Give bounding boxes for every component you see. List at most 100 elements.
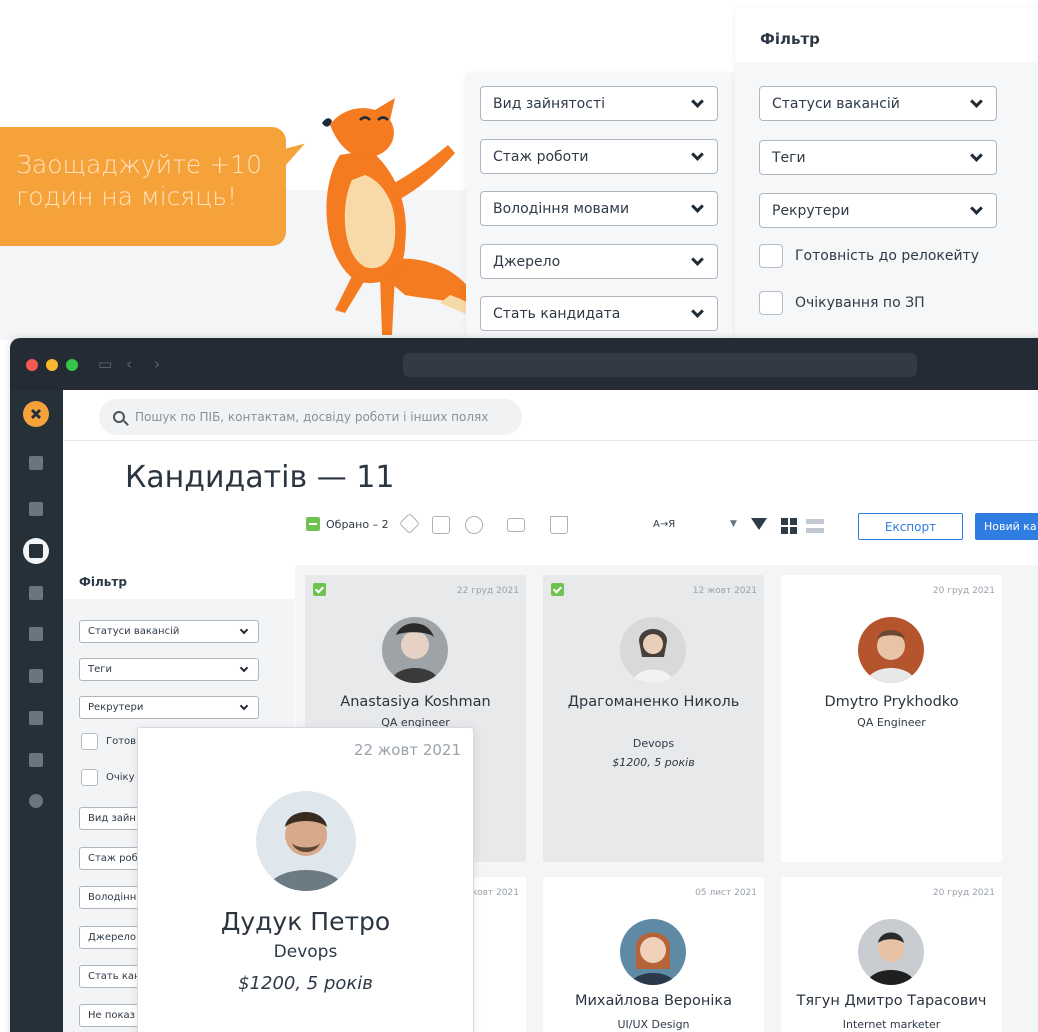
avatar — [858, 617, 924, 683]
checkbox-relocation[interactable]: Готовність до релокейту — [759, 244, 979, 268]
select-all-checkbox[interactable] — [306, 517, 320, 531]
select-label: Статуси вакансій — [772, 95, 900, 112]
checkbox-relocation[interactable]: Готов — [81, 733, 136, 750]
select-label: Джерело — [88, 932, 136, 943]
candidate-card[interactable]: 05 лист 2021 Михайлова Вероніка UI/UX De… — [543, 877, 764, 1032]
select-label: Стаж роб — [88, 853, 138, 864]
select-label: Стаж роботи — [493, 148, 589, 165]
select-tags[interactable]: Теги — [79, 658, 259, 681]
card-checkbox[interactable] — [551, 583, 564, 596]
select-vacancy-status[interactable]: Статуси вакансій — [79, 620, 259, 643]
select-recruiters[interactable]: Рекрутери — [759, 193, 997, 228]
candidate-role: UI/UX Design — [617, 1018, 690, 1031]
filter-icon[interactable] — [751, 518, 767, 530]
selected-count[interactable]: Обрано – 2 — [306, 517, 389, 531]
trash-icon[interactable] — [550, 516, 568, 534]
card-date: 20 груд 2021 — [932, 888, 995, 898]
selected-label: Обрано – 2 — [326, 517, 389, 531]
url-bar[interactable] — [403, 353, 917, 377]
chevron-down-icon — [691, 304, 704, 318]
select-source[interactable]: Джерело — [480, 244, 718, 279]
search-icon — [113, 411, 125, 423]
grid-view-icon[interactable] — [781, 518, 797, 534]
checkbox-box[interactable] — [759, 291, 783, 315]
mail-icon[interactable] — [507, 518, 525, 532]
analytics-icon[interactable] — [23, 747, 49, 773]
tasks-icon[interactable] — [23, 705, 49, 731]
sort-select[interactable]: А→Я — [653, 519, 675, 530]
checkbox-label: Очіку — [106, 772, 135, 783]
sidebar-toggle-icon[interactable]: ▭ — [98, 355, 112, 373]
card-date: 20 груд 2021 — [932, 586, 995, 596]
card-checkbox[interactable] — [313, 583, 326, 596]
select-employment-type[interactable]: Вид зайнятості — [480, 86, 718, 121]
search-input[interactable]: Пошук по ПІБ, контактам, досвіду роботи … — [99, 399, 522, 435]
select-label: Джерело — [493, 253, 561, 270]
candidate-salary: $1200, 5 років — [238, 973, 373, 994]
select-label: Не показ — [88, 1010, 135, 1021]
add-icon[interactable] — [465, 516, 483, 534]
page-title: Кандидатів — 11 — [125, 460, 395, 495]
candidate-card[interactable]: 12 жовт 2021 Драгоманенко Николь Devops … — [543, 575, 764, 862]
promo-bubble: Заощаджуйте +10 годин на місяць! — [0, 127, 286, 246]
checkbox-salary-expectation[interactable]: Очікування по ЗП — [759, 291, 925, 315]
select-label: Вид зайн — [88, 813, 136, 824]
minimize-window-button[interactable] — [46, 359, 58, 371]
select-label: Рекрутери — [88, 702, 144, 713]
tag-icon[interactable] — [398, 512, 421, 535]
candidate-card[interactable]: 20 груд 2021 Тягун Дмитро Тарасович Inte… — [781, 877, 1002, 1032]
candidate-role: QA Engineer — [857, 716, 926, 729]
candidate-role: Internet marketer — [842, 1018, 941, 1031]
new-candidate-button[interactable]: Новий ка — [975, 513, 1038, 540]
maximize-window-button[interactable] — [66, 359, 78, 371]
list-view-icon[interactable] — [806, 519, 824, 533]
candidate-name: Михайлова Вероніка — [574, 993, 733, 1009]
export-button[interactable]: Експорт — [858, 513, 963, 540]
filter-card-right: Фільтр Статуси вакансій Теги Рекрутери Г… — [735, 8, 1038, 340]
fox-mascot-icon — [322, 98, 478, 335]
profile-icon[interactable] — [23, 788, 49, 814]
select-experience[interactable]: Стаж роботи — [480, 139, 718, 174]
checkbox-salary-expectation[interactable]: Очіку — [81, 769, 135, 786]
candidates-icon[interactable] — [23, 538, 49, 564]
chevron-down-icon — [970, 201, 983, 215]
candidate-name: Драгоманенко Николь — [567, 694, 740, 710]
back-icon[interactable]: ‹ — [126, 355, 132, 373]
chevron-down-icon — [691, 94, 704, 108]
select-languages[interactable]: Володіння мовами — [480, 191, 718, 226]
chevron-down-icon — [691, 252, 704, 266]
avatar — [620, 919, 686, 985]
close-window-button[interactable] — [26, 359, 38, 371]
card-date: 12 жовт 2021 — [692, 586, 757, 596]
candidate-name: Anastasiya Koshman — [340, 694, 491, 710]
avatar — [382, 617, 448, 683]
select-recruiters[interactable]: Рекрутери — [79, 696, 259, 719]
checkbox-box[interactable] — [759, 244, 783, 268]
card-date: 22 груд 2021 — [456, 586, 519, 596]
forward-icon[interactable]: › — [154, 355, 160, 373]
candidate-card[interactable]: 20 груд 2021 Dmytro Prykhodko QA Enginee… — [781, 575, 1002, 862]
card-date: 05 лист 2021 — [695, 888, 757, 898]
checkbox-label: Готов — [106, 736, 137, 747]
note-icon[interactable] — [432, 516, 450, 534]
select-tags[interactable]: Теги — [759, 140, 997, 175]
avatar — [620, 617, 686, 683]
avatar — [858, 919, 924, 985]
calendar-icon[interactable] — [23, 496, 49, 522]
caret-down-icon[interactable]: ▼ — [730, 519, 737, 529]
select-gender[interactable]: Стать кандидата — [480, 296, 718, 331]
checkbox-box[interactable] — [81, 769, 98, 786]
reports-icon[interactable] — [23, 663, 49, 689]
checkbox-box[interactable] — [81, 733, 98, 750]
dashboard-icon[interactable] — [23, 450, 49, 476]
promo-text: Заощаджуйте +10 годин на місяць! — [16, 150, 262, 211]
card-date: жовт 2021 — [469, 888, 519, 898]
chevron-down-icon — [239, 625, 249, 635]
divider — [63, 440, 1038, 441]
pipeline-icon[interactable] — [23, 621, 49, 647]
highlighted-candidate-card[interactable]: 22 жовт 2021 Дудук Петро Devops $1200, 5… — [137, 727, 474, 1032]
logo-icon[interactable] — [23, 401, 49, 427]
select-vacancy-status[interactable]: Статуси вакансій — [759, 86, 997, 121]
sidebar — [10, 390, 63, 1032]
team-icon[interactable] — [23, 580, 49, 606]
